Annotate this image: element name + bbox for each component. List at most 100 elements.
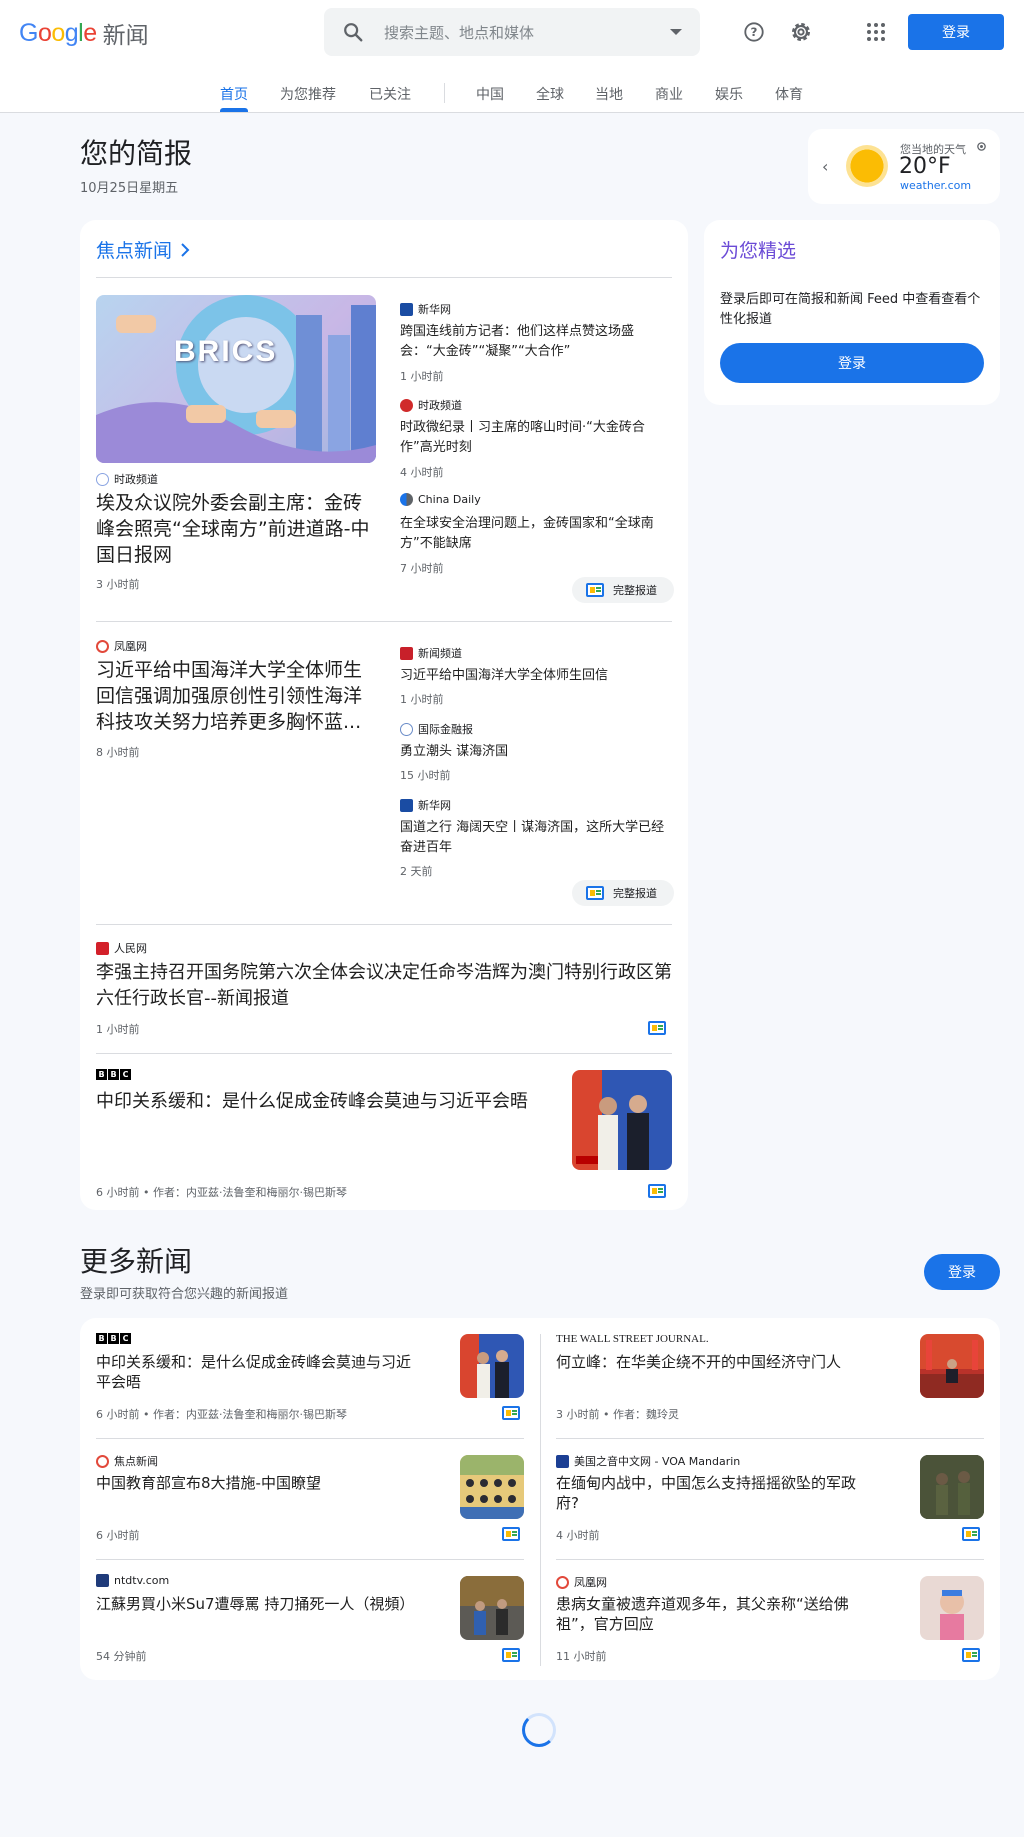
tab-for-you[interactable]: 为您推荐 [280, 84, 336, 104]
story-headline[interactable]: 时政微纪录丨习主席的喀山时间·“大金砖合作”高光时刻 [400, 418, 672, 458]
story-headline[interactable]: 跨国连线前方记者：他们这样点赞这场盛会：“大金砖”“凝聚”“大合作” [400, 322, 672, 362]
tab-local[interactable]: 当地 [595, 84, 623, 104]
search-input[interactable]: 搜索主题、地点和媒体 [384, 22, 670, 43]
source-label[interactable]: 人民网 [96, 940, 147, 956]
source-name: 新华网 [418, 799, 451, 812]
full-coverage-label: 完整报道 [613, 584, 657, 597]
story-time: 6 小时前 • 作者：内亚兹·法鲁奎和梅丽尔·锡巴斯琴 [96, 1186, 347, 1199]
source-logo-icon [96, 639, 109, 653]
story-thumbnail[interactable] [920, 1455, 984, 1519]
source-label[interactable]: 新华网 [400, 797, 451, 813]
story-headline[interactable]: 习近平给中国海洋大学全体师生回信 [400, 666, 672, 686]
story-headline[interactable]: 何立峰：在华美企绕不开的中国经济守门人 [556, 1352, 876, 1372]
source-label[interactable]: China Daily [400, 493, 481, 506]
weather-widget[interactable]: ‹ 您当地的天气 20°F weather.com [808, 129, 1000, 204]
settings-gear-icon[interactable] [786, 17, 816, 47]
story-headline[interactable]: 江蘇男買小米Su7遭辱罵 持刀捅死一人（視頻） [96, 1594, 416, 1614]
search-options-dropdown-icon[interactable] [670, 29, 682, 35]
search-icon[interactable] [342, 21, 364, 43]
top-app-bar: Google 新闻 搜索主题、地点和媒体 ? 登录 首页 为您推荐 已关注 中国… [0, 0, 1024, 113]
story-time: 4 小时前 [556, 1529, 600, 1542]
story-time: 4 小时前 [400, 466, 444, 479]
full-coverage-icon[interactable] [648, 1184, 666, 1198]
story-headline[interactable]: 勇立潮头 谋海济国 [400, 742, 672, 762]
story-time: 11 小时前 [556, 1650, 607, 1663]
story-headline[interactable]: 埃及众议院外委会副主席：金砖峰会照亮“全球南方”前进道路-中国日报网 [96, 490, 376, 568]
source-logo-icon [400, 493, 413, 506]
story-time: 2 天前 [400, 865, 433, 878]
full-coverage-button[interactable]: 完整报道 [572, 577, 674, 603]
source-label[interactable]: THE WALL STREET JOURNAL. [556, 1333, 709, 1345]
divider [96, 621, 672, 622]
help-icon[interactable]: ? [739, 17, 769, 47]
tab-business[interactable]: 商业 [655, 84, 683, 104]
full-coverage-icon[interactable] [502, 1406, 520, 1420]
chevron-left-icon[interactable]: ‹ [822, 157, 828, 176]
google-news-logo[interactable]: Google 新闻 [19, 16, 149, 50]
tab-sports[interactable]: 体育 [775, 84, 803, 104]
more-news-sign-in-button[interactable]: 登录 [924, 1254, 1000, 1290]
story-headline[interactable]: 李强主持召开国务院第六次全体会议决定任命岑浩辉为澳门特别行政区第六任行政长官--… [96, 960, 672, 1012]
source-label[interactable]: 国际金融报 [400, 721, 473, 737]
wsj-logo-text: THE WALL STREET JOURNAL. [556, 1333, 709, 1345]
story-headline[interactable]: 在缅甸内战中，中国怎么支持摇摇欲坠的军政府? [556, 1473, 876, 1513]
source-label[interactable]: 凤凰网 [96, 638, 147, 654]
photo-illustration [920, 1340, 984, 1398]
tab-world[interactable]: 全球 [536, 84, 564, 104]
tab-home[interactable]: 首页 [220, 84, 248, 104]
story-headline[interactable]: 在全球安全治理问题上，金砖国家和“全球南方”不能缺席 [400, 514, 672, 554]
story-time: 54 分钟前 [96, 1650, 147, 1663]
story-thumbnail[interactable] [460, 1455, 524, 1519]
apps-grid-icon[interactable] [861, 17, 891, 47]
top-stories-heading[interactable]: 焦点新闻 [96, 236, 190, 263]
source-name: 时政频道 [418, 399, 462, 412]
source-label[interactable]: B B C [96, 1069, 131, 1080]
tab-china[interactable]: 中国 [476, 84, 504, 104]
source-label[interactable]: 新闻频道 [400, 645, 462, 661]
story-headline[interactable]: 中印关系缓和：是什么促成金砖峰会莫迪与习近平会晤 [96, 1352, 416, 1392]
story-headline[interactable]: 患病女童被遗弃道观多年，其父亲称“送给佛祖”，官方回应 [556, 1594, 876, 1634]
source-label[interactable]: 美国之音中文网 - VOA Mandarin [556, 1453, 740, 1469]
divider [96, 924, 672, 925]
full-coverage-icon[interactable] [502, 1648, 520, 1662]
source-label[interactable]: 焦点新闻 [96, 1453, 158, 1469]
full-coverage-icon[interactable] [648, 1021, 666, 1035]
weather-source-link[interactable]: weather.com [900, 179, 971, 192]
logo-news-text: 新闻 [102, 23, 149, 49]
picks-sign-in-button[interactable]: 登录 [720, 343, 984, 383]
full-coverage-icon[interactable] [962, 1527, 980, 1541]
divider [96, 1438, 524, 1439]
story-headline[interactable]: 中国教育部宣布8大措施-中国瞭望 [96, 1473, 416, 1493]
story-headline[interactable]: 国道之行 海阔天空丨谋海济国，这所大学已经奋进百年 [400, 818, 672, 858]
source-name: 凤凰网 [574, 1576, 607, 1589]
story-thumbnail[interactable] [460, 1576, 524, 1640]
tab-following[interactable]: 已关注 [369, 84, 411, 104]
location-target-icon[interactable] [976, 141, 987, 152]
source-logo-icon [400, 398, 413, 412]
story-thumbnail[interactable] [460, 1334, 524, 1398]
search-box[interactable]: 搜索主题、地点和媒体 [324, 8, 700, 56]
story-time: 7 小时前 [400, 562, 444, 575]
modi-xi-photo[interactable] [572, 1070, 672, 1170]
story-headline[interactable]: 习近平给中国海洋大学全体师生回信强调加强原创性引领性海洋科技攻关努力培养更多胸怀… [96, 657, 380, 735]
source-label[interactable]: 凤凰网 [556, 1574, 607, 1590]
tab-entertainment[interactable]: 娱乐 [715, 84, 743, 104]
source-label[interactable]: 时政频道 [96, 471, 158, 487]
full-coverage-button[interactable]: 完整报道 [572, 880, 674, 906]
brics-story-image[interactable]: BRICS [96, 295, 376, 463]
story-headline[interactable]: 中印关系缓和：是什么促成金砖峰会莫迪与习近平会晤 [96, 1089, 566, 1115]
top-stories-card: 焦点新闻 BRICS 时政频道 埃及众议院外委会副主席：金砖峰会照亮“全球南方”… [80, 220, 688, 1210]
full-coverage-icon[interactable] [502, 1527, 520, 1541]
weather-temperature: 20°F [899, 154, 951, 179]
story-thumbnail[interactable] [920, 1576, 984, 1640]
source-label[interactable]: ntdtv.com [96, 1574, 169, 1587]
source-label[interactable]: 时政频道 [400, 397, 462, 413]
source-label[interactable]: B B C [96, 1333, 131, 1344]
bbc-logo-icon: B B C [96, 1069, 131, 1080]
divider [96, 1559, 524, 1560]
full-coverage-icon[interactable] [962, 1648, 980, 1662]
story-thumbnail[interactable] [920, 1334, 984, 1398]
sign-in-button[interactable]: 登录 [908, 14, 1004, 50]
source-label[interactable]: 新华网 [400, 301, 451, 317]
source-name: China Daily [418, 493, 481, 506]
